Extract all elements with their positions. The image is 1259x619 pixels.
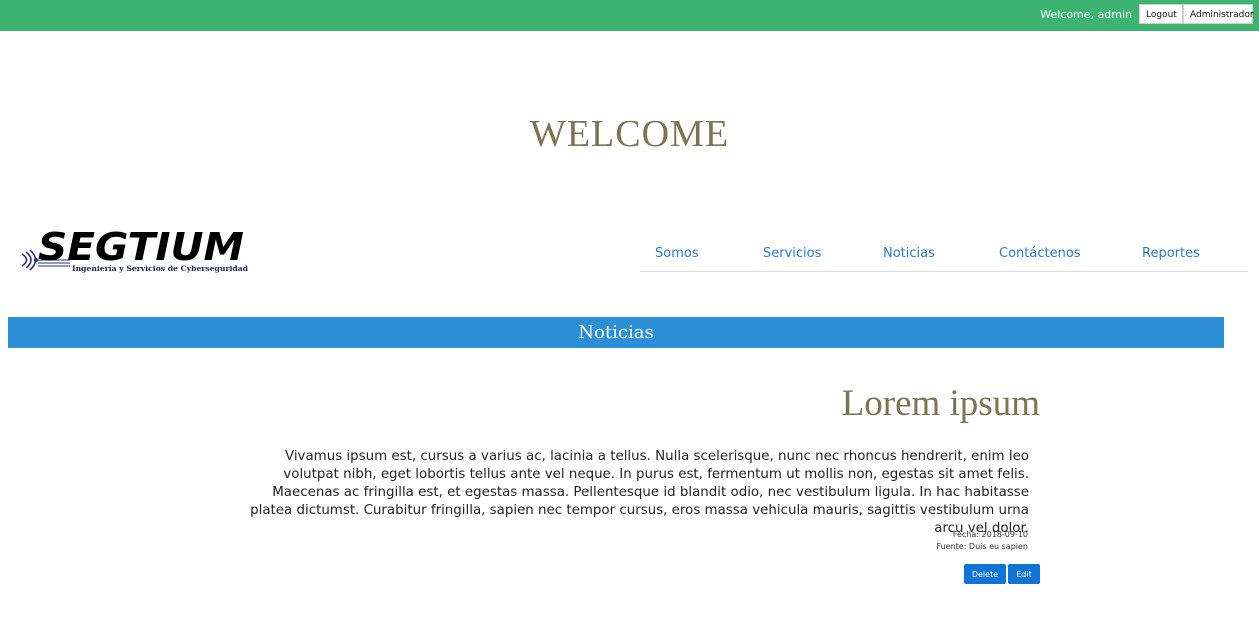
svg-text:SEGTIUM: SEGTIUM xyxy=(38,225,244,269)
delete-button[interactable]: Delete xyxy=(964,564,1006,584)
nav-item-somos[interactable]: Somos xyxy=(655,246,699,261)
article-source: Fuente: Duis eu sapien xyxy=(936,542,1028,551)
top-bar: Welcome, admin Logout Administrador xyxy=(0,0,1259,31)
main-nav: Somos Servicios Noticias Contáctenos Rep… xyxy=(640,242,1248,272)
article-date: Fecha: 2018-09-10 xyxy=(952,530,1028,539)
nav-item-noticias[interactable]: Noticias xyxy=(883,246,935,261)
hero-title: WELCOME xyxy=(529,113,730,155)
admin-button[interactable]: Administrador xyxy=(1183,4,1254,24)
nav-item-reportes[interactable]: Reportes xyxy=(1142,246,1200,261)
edit-button[interactable]: Edit xyxy=(1008,564,1040,584)
svg-text:Ingeniería y Servicios de Cybe: Ingeniería y Servicios de Cyberseguridad xyxy=(72,264,248,273)
segtium-logo[interactable]: SEGTIUM Ingeniería y Servicios de Cybers… xyxy=(18,224,254,284)
article-title: Lorem ipsum xyxy=(841,383,1040,424)
welcome-user-text: Welcome, admin xyxy=(1040,8,1132,21)
article-body: Vivamus ipsum est, cursus a varius ac, l… xyxy=(250,449,1029,536)
nav-item-servicios[interactable]: Servicios xyxy=(763,246,821,261)
logout-button[interactable]: Logout xyxy=(1139,4,1183,24)
segtium-logo-image: SEGTIUM Ingeniería y Servicios de Cybers… xyxy=(21,225,248,273)
nav-item-contactenos[interactable]: Contáctenos xyxy=(999,246,1081,261)
section-header-bar: Noticias xyxy=(8,317,1224,348)
